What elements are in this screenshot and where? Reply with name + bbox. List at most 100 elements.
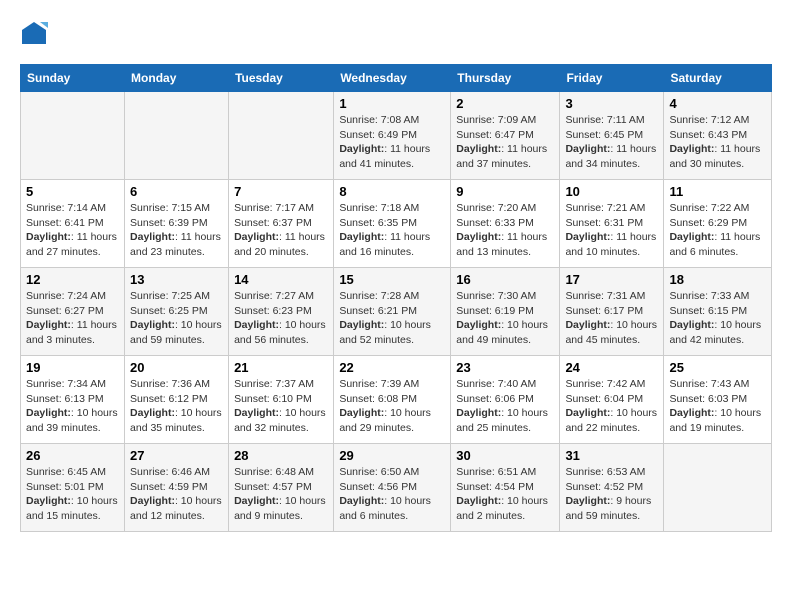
calendar-cell: 20 Sunrise: 7:36 AMSunset: 6:12 PMDayligh… [125,356,229,444]
calendar-table: SundayMondayTuesdayWednesdayThursdayFrid… [20,64,772,532]
day-number: 22 [339,360,445,375]
calendar-cell: 12 Sunrise: 7:24 AMSunset: 6:27 PMDayligh… [21,268,125,356]
cell-content: Sunrise: 7:22 AMSunset: 6:29 PMDaylight:… [669,201,766,260]
cell-content: Sunrise: 7:30 AMSunset: 6:19 PMDaylight:… [456,289,554,348]
day-number: 13 [130,272,223,287]
day-number: 30 [456,448,554,463]
calendar-cell: 23 Sunrise: 7:40 AMSunset: 6:06 PMDayligh… [451,356,560,444]
calendar-cell: 30 Sunrise: 6:51 AMSunset: 4:54 PMDayligh… [451,444,560,532]
day-number: 5 [26,184,119,199]
day-number: 10 [565,184,658,199]
calendar-cell: 1 Sunrise: 7:08 AMSunset: 6:49 PMDaylight… [334,92,451,180]
calendar-week-row: 5 Sunrise: 7:14 AMSunset: 6:41 PMDaylight… [21,180,772,268]
calendar-body: 1 Sunrise: 7:08 AMSunset: 6:49 PMDaylight… [21,92,772,532]
cell-content: Sunrise: 6:51 AMSunset: 4:54 PMDaylight:… [456,465,554,524]
calendar-cell: 31Sunrise: 6:53 AMSunset: 4:52 PMDayligh… [560,444,664,532]
weekday-header-sunday: Sunday [21,65,125,92]
day-number: 15 [339,272,445,287]
cell-content: Sunrise: 7:20 AMSunset: 6:33 PMDaylight:… [456,201,554,260]
day-number: 16 [456,272,554,287]
cell-content: Sunrise: 7:31 AMSunset: 6:17 PMDaylight:… [565,289,658,348]
cell-content: Sunrise: 7:15 AMSunset: 6:39 PMDaylight:… [130,201,223,260]
day-number: 23 [456,360,554,375]
cell-content: Sunrise: 7:21 AMSunset: 6:31 PMDaylight:… [565,201,658,260]
calendar-cell: 15 Sunrise: 7:28 AMSunset: 6:21 PMDayligh… [334,268,451,356]
day-number: 25 [669,360,766,375]
weekday-header-saturday: Saturday [664,65,772,92]
cell-content: Sunrise: 7:08 AMSunset: 6:49 PMDaylight:… [339,113,445,172]
cell-content: Sunrise: 7:37 AMSunset: 6:10 PMDaylight:… [234,377,328,436]
day-number: 27 [130,448,223,463]
calendar-cell [229,92,334,180]
calendar-cell: 24 Sunrise: 7:42 AMSunset: 6:04 PMDayligh… [560,356,664,444]
calendar-cell: 17 Sunrise: 7:31 AMSunset: 6:17 PMDayligh… [560,268,664,356]
calendar-cell: 3Sunrise: 7:11 AMSunset: 6:45 PMDaylight… [560,92,664,180]
calendar-cell: 14 Sunrise: 7:27 AMSunset: 6:23 PMDayligh… [229,268,334,356]
weekday-header-friday: Friday [560,65,664,92]
day-number: 11 [669,184,766,199]
calendar-cell: 21 Sunrise: 7:37 AMSunset: 6:10 PMDayligh… [229,356,334,444]
day-number: 2 [456,96,554,111]
calendar-cell [21,92,125,180]
day-number: 21 [234,360,328,375]
cell-content: Sunrise: 7:43 AMSunset: 6:03 PMDaylight:… [669,377,766,436]
cell-content: Sunrise: 6:45 AMSunset: 5:01 PMDaylight:… [26,465,119,524]
calendar-cell: 18 Sunrise: 7:33 AMSunset: 6:15 PMDayligh… [664,268,772,356]
cell-content: Sunrise: 7:14 AMSunset: 6:41 PMDaylight:… [26,201,119,260]
calendar-cell: 19Sunrise: 7:34 AMSunset: 6:13 PMDayligh… [21,356,125,444]
day-number: 6 [130,184,223,199]
day-number: 18 [669,272,766,287]
calendar-header: SundayMondayTuesdayWednesdayThursdayFrid… [21,65,772,92]
cell-content: Sunrise: 7:36 AMSunset: 6:12 PMDaylight:… [130,377,223,436]
cell-content: Sunrise: 7:33 AMSunset: 6:15 PMDaylight:… [669,289,766,348]
calendar-week-row: 12 Sunrise: 7:24 AMSunset: 6:27 PMDayligh… [21,268,772,356]
cell-content: Sunrise: 7:09 AMSunset: 6:47 PMDaylight:… [456,113,554,172]
day-number: 17 [565,272,658,287]
cell-content: Sunrise: 6:48 AMSunset: 4:57 PMDaylight:… [234,465,328,524]
day-number: 24 [565,360,658,375]
calendar-cell: 26 Sunrise: 6:45 AMSunset: 5:01 PMDayligh… [21,444,125,532]
cell-content: Sunrise: 7:18 AMSunset: 6:35 PMDaylight:… [339,201,445,260]
calendar-week-row: 26 Sunrise: 6:45 AMSunset: 5:01 PMDayligh… [21,444,772,532]
weekday-header-monday: Monday [125,65,229,92]
cell-content: Sunrise: 7:11 AMSunset: 6:45 PMDaylight:… [565,113,658,172]
cell-content: Sunrise: 7:27 AMSunset: 6:23 PMDaylight:… [234,289,328,348]
day-number: 1 [339,96,445,111]
weekday-header-row: SundayMondayTuesdayWednesdayThursdayFrid… [21,65,772,92]
day-number: 9 [456,184,554,199]
day-number: 28 [234,448,328,463]
day-number: 12 [26,272,119,287]
cell-content: Sunrise: 7:17 AMSunset: 6:37 PMDaylight:… [234,201,328,260]
calendar-cell: 16 Sunrise: 7:30 AMSunset: 6:19 PMDayligh… [451,268,560,356]
calendar-cell: 10 Sunrise: 7:21 AMSunset: 6:31 PMDayligh… [560,180,664,268]
calendar-cell: 29Sunrise: 6:50 AMSunset: 4:56 PMDayligh… [334,444,451,532]
calendar-week-row: 1 Sunrise: 7:08 AMSunset: 6:49 PMDaylight… [21,92,772,180]
cell-content: Sunrise: 6:46 AMSunset: 4:59 PMDaylight:… [130,465,223,524]
calendar-cell: 8 Sunrise: 7:18 AMSunset: 6:35 PMDaylight… [334,180,451,268]
calendar-cell: 28 Sunrise: 6:48 AMSunset: 4:57 PMDayligh… [229,444,334,532]
day-number: 8 [339,184,445,199]
calendar-cell: 9 Sunrise: 7:20 AMSunset: 6:33 PMDaylight… [451,180,560,268]
calendar-cell: 13 Sunrise: 7:25 AMSunset: 6:25 PMDayligh… [125,268,229,356]
day-number: 14 [234,272,328,287]
calendar-cell: 27 Sunrise: 6:46 AMSunset: 4:59 PMDayligh… [125,444,229,532]
calendar-cell: 11 Sunrise: 7:22 AMSunset: 6:29 PMDayligh… [664,180,772,268]
day-number: 20 [130,360,223,375]
calendar-cell: 22Sunrise: 7:39 AMSunset: 6:08 PMDayligh… [334,356,451,444]
cell-content: Sunrise: 7:25 AMSunset: 6:25 PMDaylight:… [130,289,223,348]
calendar-cell: 6 Sunrise: 7:15 AMSunset: 6:39 PMDaylight… [125,180,229,268]
cell-content: Sunrise: 7:42 AMSunset: 6:04 PMDaylight:… [565,377,658,436]
day-number: 26 [26,448,119,463]
calendar-cell [664,444,772,532]
day-number: 29 [339,448,445,463]
calendar-cell [125,92,229,180]
calendar-cell: 5 Sunrise: 7:14 AMSunset: 6:41 PMDaylight… [21,180,125,268]
page-header [20,20,772,48]
day-number: 4 [669,96,766,111]
day-number: 19 [26,360,119,375]
cell-content: Sunrise: 7:40 AMSunset: 6:06 PMDaylight:… [456,377,554,436]
cell-content: Sunrise: 7:28 AMSunset: 6:21 PMDaylight:… [339,289,445,348]
day-number: 7 [234,184,328,199]
calendar-week-row: 19Sunrise: 7:34 AMSunset: 6:13 PMDayligh… [21,356,772,444]
cell-content: Sunrise: 7:24 AMSunset: 6:27 PMDaylight:… [26,289,119,348]
